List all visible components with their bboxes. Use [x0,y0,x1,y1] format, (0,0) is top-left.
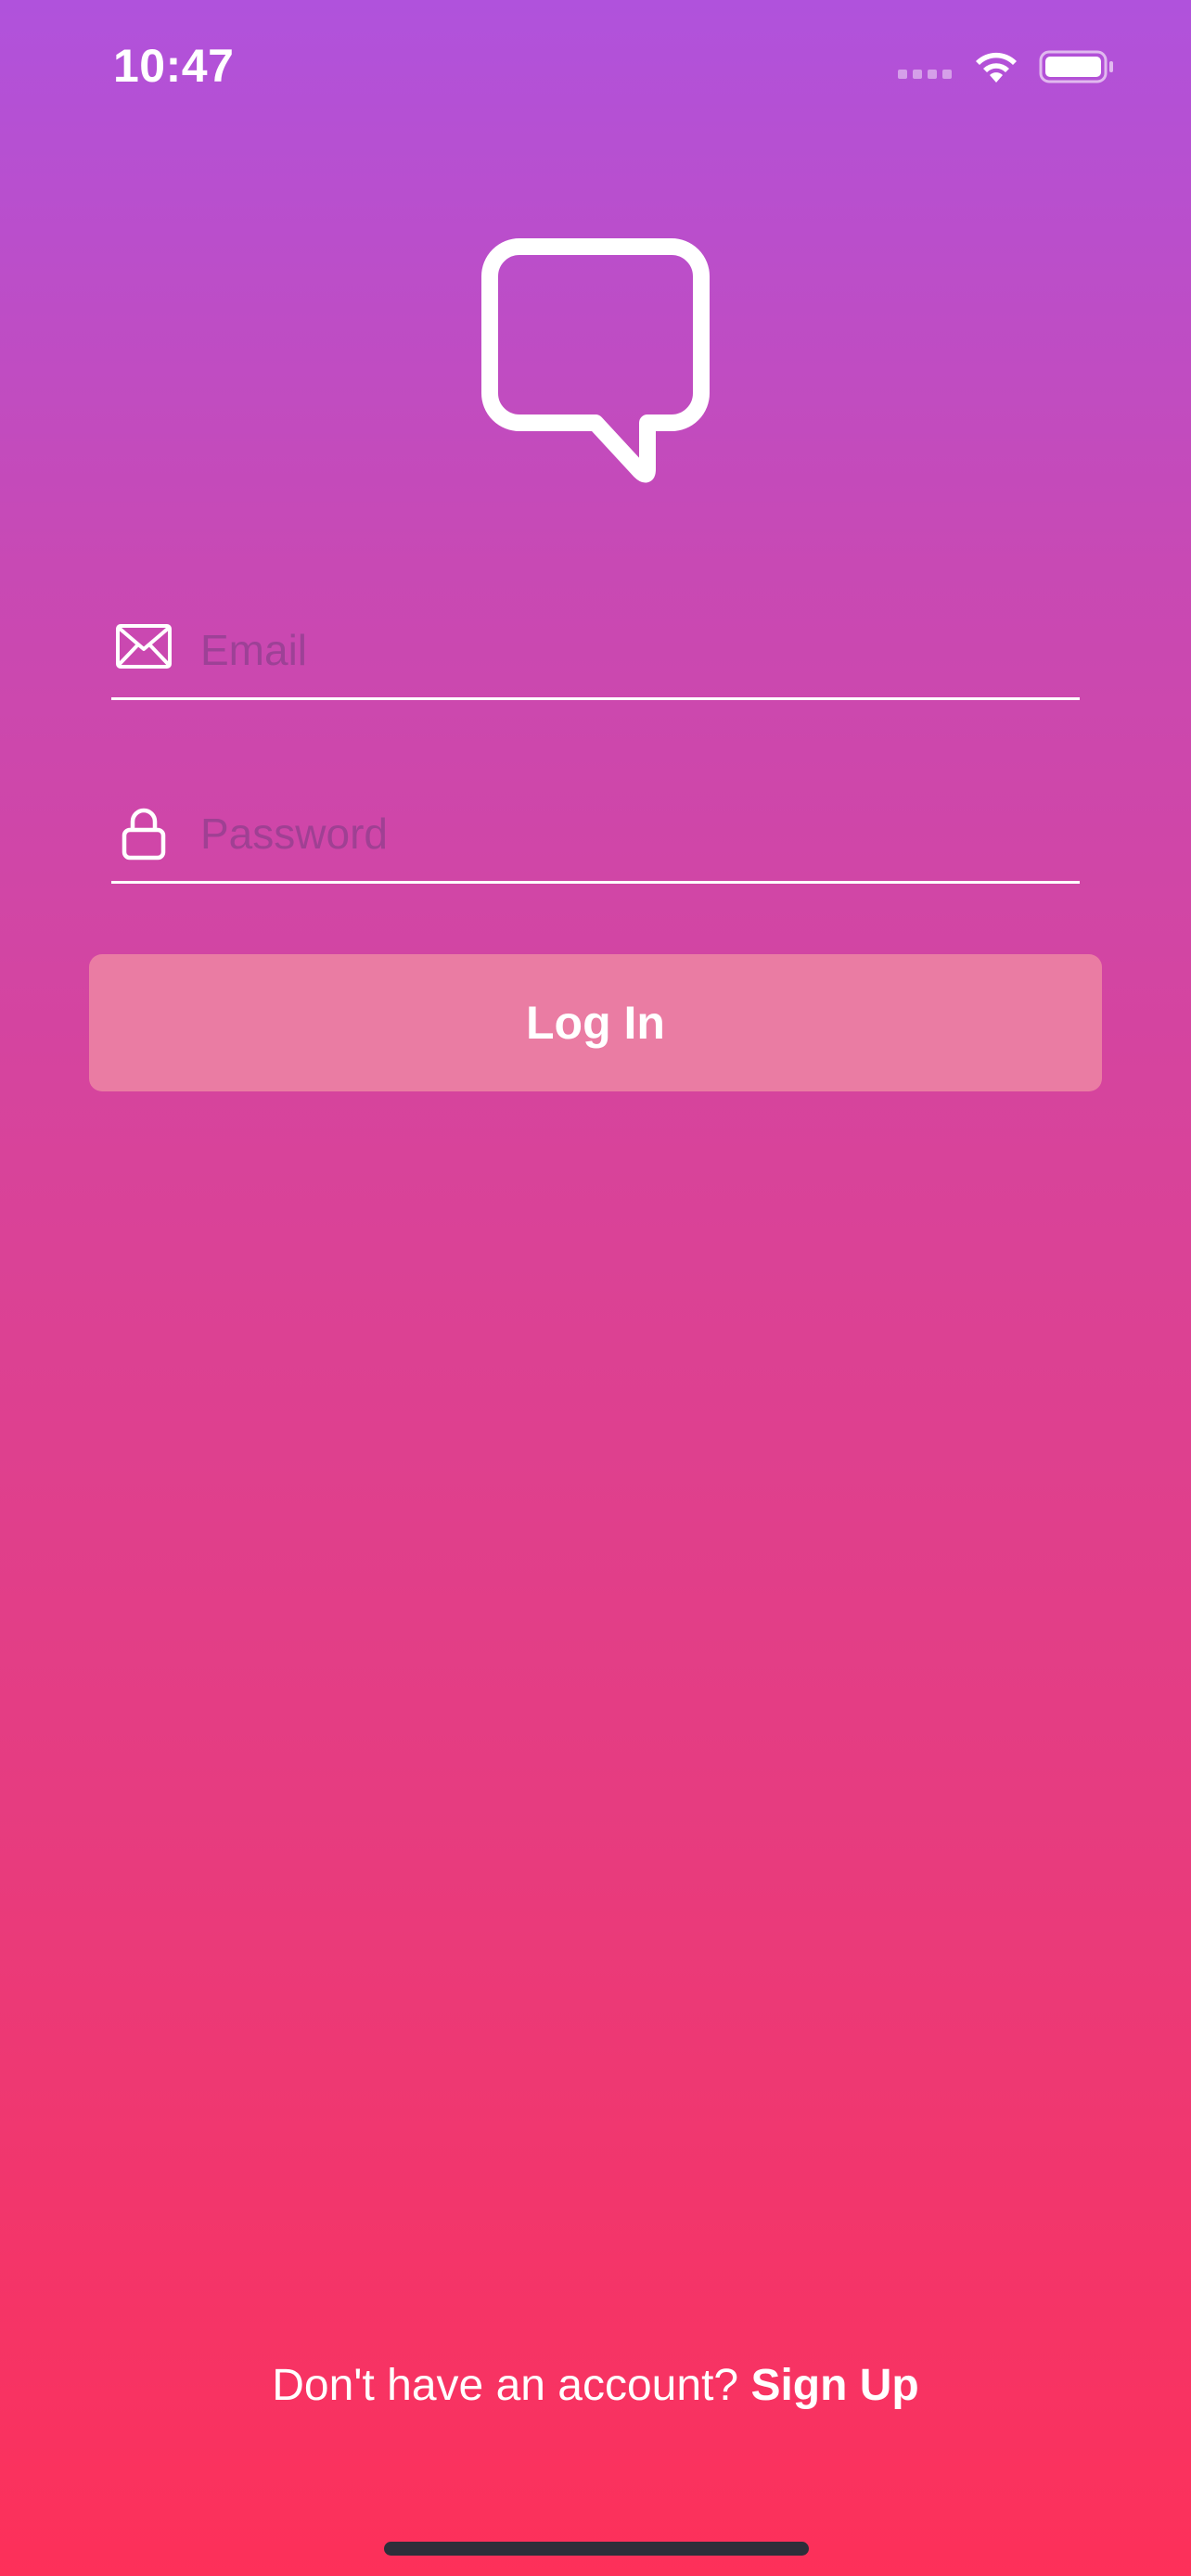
battery-icon [1039,50,1113,83]
email-field [111,612,1080,700]
home-indicator[interactable] [384,2542,809,2556]
lock-icon [122,808,166,861]
envelope-icon [116,624,172,669]
status-time: 10:47 [113,40,235,92]
signup-link[interactable]: Sign Up [750,2361,918,2410]
login-button[interactable]: Log In [89,954,1102,1091]
password-input[interactable] [200,801,1072,866]
signup-row: Don't have an account? Sign Up [0,2360,1191,2411]
login-screen: 10:47 Email Log In Don't have an account… [0,0,1191,2576]
wifi-icon [976,52,1017,83]
speech-bubble-icon [481,238,710,483]
email-input[interactable] [200,618,1072,682]
password-field [111,796,1080,884]
status-icons [898,48,1115,85]
signal-dots-icon [898,70,952,79]
signup-prompt: Don't have an account? [272,2361,751,2410]
